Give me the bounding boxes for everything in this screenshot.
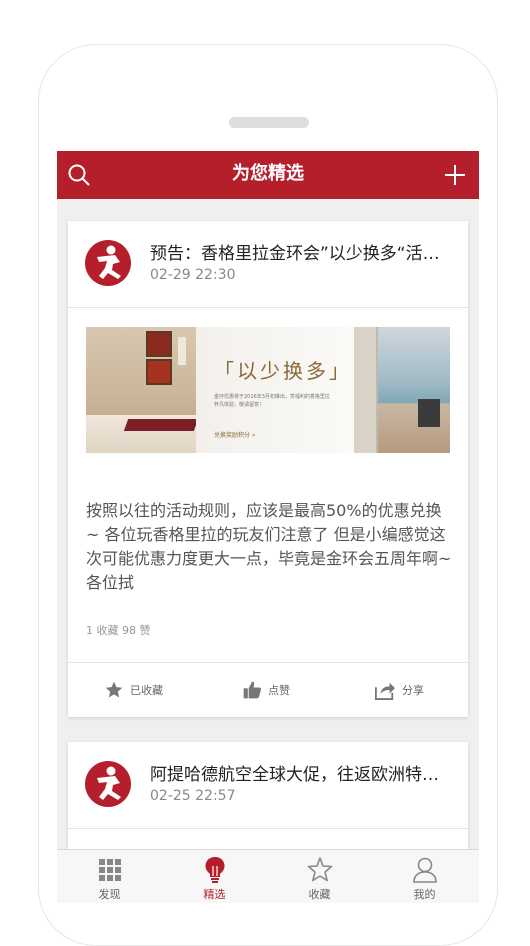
app-screen: 为您精选 预告：香格里拉金环会”以少换多“活动开启 02-29 22:30 「以… xyxy=(57,151,479,903)
running-figure-icon xyxy=(97,766,121,800)
grid-icon xyxy=(99,859,121,881)
post-body: 按照以往的活动规则，应该是最高50%的优惠兑换~ 各位玩香格里拉的玩友们注意了 … xyxy=(86,501,452,592)
post-card[interactable]: 阿提哈德航空全球大促，往返欧洲特价机票 02-25 22:57 xyxy=(68,742,468,849)
collected-button[interactable]: 已收藏 xyxy=(104,663,163,717)
like-button[interactable]: 点赞 xyxy=(242,663,290,717)
phone-speaker xyxy=(229,117,309,128)
star-icon xyxy=(307,857,333,882)
user-icon xyxy=(413,857,437,883)
sea-view-room-photo xyxy=(354,327,450,453)
promo-description: 金环优惠将于2016年3月初推出，赏福利的香格里拉杯凡体验，敬请留意！ xyxy=(214,394,330,408)
star-filled-icon xyxy=(105,681,123,698)
lightbulb-icon xyxy=(205,857,225,883)
page-title: 为您精选 xyxy=(232,163,304,184)
tab-favorites[interactable]: 收藏 xyxy=(267,850,372,903)
tab-discover[interactable]: 发现 xyxy=(57,850,162,903)
tab-label: 精选 xyxy=(203,888,226,901)
promo-link: 兑换奖励积分 » xyxy=(214,432,256,439)
post-actions: 已收藏 点赞 分享 xyxy=(68,663,468,717)
divider xyxy=(68,828,468,829)
share-icon xyxy=(375,682,395,700)
running-figure-icon xyxy=(97,245,121,279)
tab-featured[interactable]: 精选 xyxy=(162,850,267,903)
post-banner-image[interactable]: 「以少换多」 金环优惠将于2016年3月初推出，赏福利的香格里拉杯凡体验，敬请留… xyxy=(86,327,450,453)
tab-label: 发现 xyxy=(98,888,121,901)
feed-list: 预告：香格里拉金环会”以少换多“活动开启 02-29 22:30 「以少换多」 … xyxy=(57,199,479,849)
post-card[interactable]: 预告：香格里拉金环会”以少换多“活动开启 02-29 22:30 「以少换多」 … xyxy=(68,221,468,717)
top-bar: 为您精选 xyxy=(57,151,479,199)
avatar xyxy=(85,761,131,807)
hotel-room-photo xyxy=(86,327,199,453)
post-stats: 1 收藏 98 赞 xyxy=(86,624,151,637)
share-button[interactable]: 分享 xyxy=(374,663,424,717)
collected-label: 已收藏 xyxy=(130,684,163,697)
divider xyxy=(68,307,468,308)
post-title[interactable]: 预告：香格里拉金环会”以少换多“活动开启 xyxy=(150,239,450,264)
avatar xyxy=(85,240,131,286)
post-time: 02-25 22:57 xyxy=(150,788,236,804)
thumbs-up-icon xyxy=(243,681,261,699)
like-label: 点赞 xyxy=(268,684,290,697)
bottom-tab-bar: 发现 精选 收藏 我的 xyxy=(57,849,479,903)
share-label: 分享 xyxy=(402,684,424,697)
tab-profile[interactable]: 我的 xyxy=(372,850,477,903)
plus-icon[interactable] xyxy=(443,163,467,187)
post-title[interactable]: 阿提哈德航空全球大促，往返欧洲特价机票 xyxy=(150,760,450,785)
promo-slogan: 「以少换多」 xyxy=(214,359,352,383)
tab-label: 我的 xyxy=(413,888,436,901)
post-time: 02-29 22:30 xyxy=(150,267,236,283)
tab-label: 收藏 xyxy=(308,888,331,901)
